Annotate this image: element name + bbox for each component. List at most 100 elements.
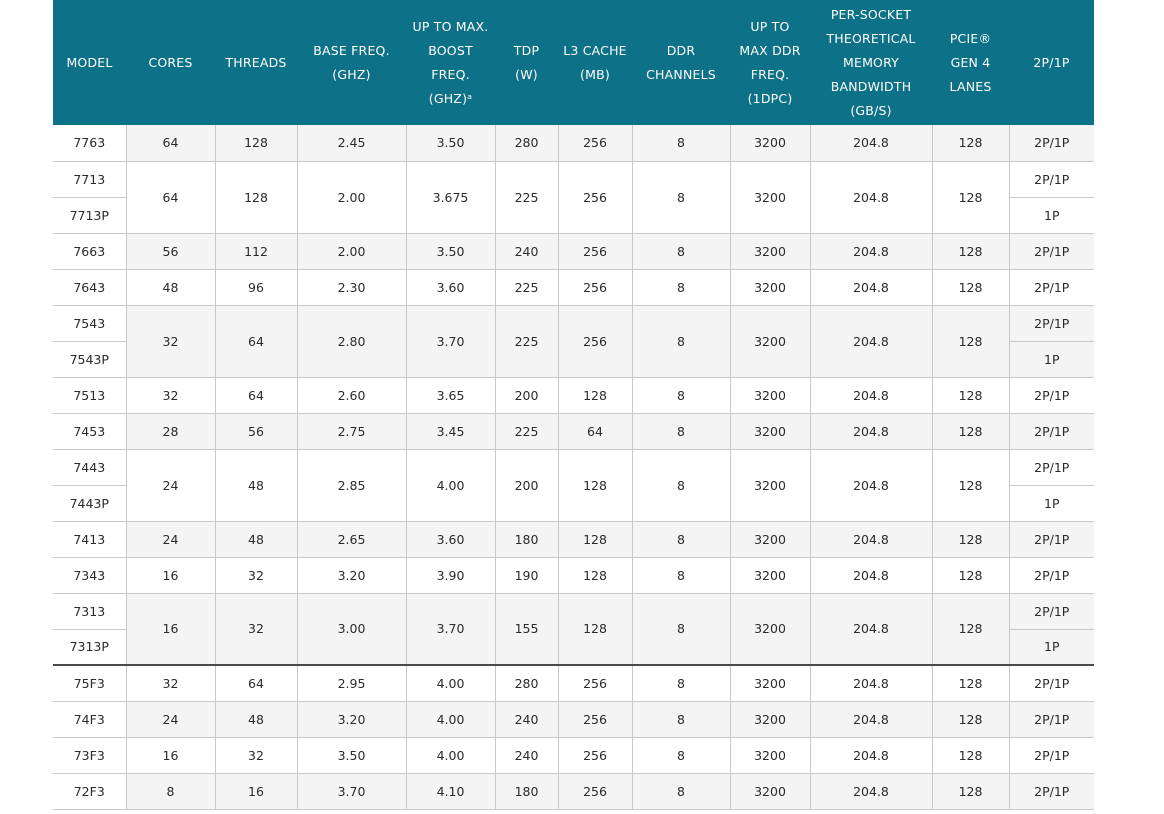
cell-boost: 3.50	[405, 233, 495, 270]
cell-ddrfreq: 3200	[729, 593, 810, 666]
cell-pcie: 128	[931, 233, 1009, 270]
cell-model: 7543	[53, 305, 126, 342]
cell-socket: 2P/1P	[1008, 521, 1094, 558]
cell-l3: 128	[557, 449, 632, 522]
cell-base: 2.00	[296, 233, 406, 270]
cell-bw: 204.8	[809, 593, 932, 666]
cell-tdp: 280	[494, 125, 558, 162]
cell-socket: 1P	[1008, 197, 1094, 234]
cell-bw: 204.8	[809, 269, 932, 306]
cell-threads: 56	[214, 413, 297, 450]
cell-base: 3.20	[296, 701, 406, 738]
cell-boost: 3.60	[405, 269, 495, 306]
cell-bw: 204.8	[809, 233, 932, 270]
cell-cores: 16	[125, 593, 215, 666]
cell-l3: 128	[557, 557, 632, 594]
cell-bw: 204.8	[809, 664, 932, 702]
column-header-line: UP TO MAX.	[412, 18, 489, 34]
cell-model: 7343	[53, 557, 126, 594]
cell-ddrfreq: 3200	[729, 737, 810, 774]
cell-socket: 1P	[1008, 485, 1094, 522]
column-header-line: DDR	[666, 42, 696, 58]
cell-ddrfreq: 3200	[729, 413, 810, 450]
cell-boost: 4.00	[405, 701, 495, 738]
cell-socket: 2P/1P	[1008, 737, 1094, 774]
cell-bw: 204.8	[809, 161, 932, 234]
cell-tdp: 240	[494, 233, 558, 270]
column-header-line: GEN 4	[950, 54, 991, 70]
cell-bw: 204.8	[809, 305, 932, 378]
spec-table-wrapper: MODEL CORES THREADS BASE FREQ. (GHZ) UP TO MA…	[53, 0, 1094, 810]
table-row: 7643 48 96 2.30 3.60 225 256 8 3200 204.8 128 2P/1P	[53, 269, 1094, 306]
cell-tdp: 155	[494, 593, 558, 666]
cell-tdp: 225	[494, 305, 558, 378]
cell-pcie: 128	[931, 737, 1009, 774]
cell-l3: 256	[557, 701, 632, 738]
column-header-line: CORES	[148, 54, 193, 70]
table-row: 7453 28 56 2.75 3.45 225 64 8 3200 204.8 128 2P/1P	[53, 413, 1094, 450]
cell-threads: 64	[214, 305, 297, 378]
cell-boost: 3.70	[405, 305, 495, 378]
cell-bw: 204.8	[809, 773, 932, 810]
cell-ddrfreq: 3200	[729, 233, 810, 270]
cell-socket: 2P/1P	[1008, 701, 1094, 738]
cell-model: 7453	[53, 413, 126, 450]
cell-tdp: 240	[494, 737, 558, 774]
cell-boost: 3.60	[405, 521, 495, 558]
cell-l3: 128	[557, 521, 632, 558]
column-header-bw: PER-SOCKET THEORETICAL MEMORY BANDWIDTH (GB/…	[810, 0, 932, 125]
cell-model: 7713	[53, 161, 126, 198]
cell-base: 2.95	[296, 664, 406, 702]
cell-ddr: 8	[631, 449, 730, 522]
cell-pcie: 128	[931, 593, 1009, 666]
cell-cores: 8	[125, 773, 215, 810]
cell-ddr: 8	[631, 593, 730, 666]
cell-threads: 64	[214, 377, 297, 414]
cell-threads: 48	[214, 521, 297, 558]
cell-l3: 256	[557, 269, 632, 306]
column-header-model: MODEL	[53, 0, 126, 125]
cell-threads: 32	[214, 737, 297, 774]
cell-boost: 4.00	[405, 737, 495, 774]
cell-pcie: 128	[931, 161, 1009, 234]
cell-model: 7543P	[53, 341, 126, 378]
cell-cores: 32	[125, 305, 215, 378]
cell-pcie: 128	[931, 557, 1009, 594]
cell-l3: 256	[557, 125, 632, 162]
cell-cores: 64	[125, 125, 215, 162]
cell-model: 7413	[53, 521, 126, 558]
cell-cores: 56	[125, 233, 215, 270]
cell-pcie: 128	[931, 521, 1009, 558]
cell-socket: 2P/1P	[1008, 664, 1094, 702]
column-header-base: BASE FREQ. (GHZ)	[297, 0, 406, 125]
cell-ddrfreq: 3200	[729, 557, 810, 594]
cell-l3: 64	[557, 413, 632, 450]
cell-l3: 256	[557, 737, 632, 774]
column-header-line: MODEL	[66, 54, 113, 70]
cell-socket: 1P	[1008, 341, 1094, 378]
column-header-line: LANES	[949, 78, 992, 94]
table-row: 7443 24 48 2.85 4.00 200 128 8 3200 204.8 128 2P/1P	[53, 449, 1094, 522]
cell-threads: 32	[214, 593, 297, 666]
cell-socket: 2P/1P	[1008, 449, 1094, 486]
cell-model: 7443	[53, 449, 126, 486]
cell-pcie: 128	[931, 413, 1009, 450]
table-row: 7663 56 112 2.00 3.50 240 256 8 3200 204.8 128 2P/1…	[53, 233, 1094, 270]
cell-ddrfreq: 3200	[729, 125, 810, 162]
cell-boost: 3.65	[405, 377, 495, 414]
cell-cores: 48	[125, 269, 215, 306]
cell-base: 2.75	[296, 413, 406, 450]
column-header-line: THEORETICAL	[826, 30, 916, 46]
cell-model: 7313P	[53, 629, 126, 666]
cell-cores: 64	[125, 161, 215, 234]
table-row: 7313 16 32 3.00 3.70 155 128 8 3200 204.8 128 2P/1P	[53, 593, 1094, 666]
cell-bw: 204.8	[809, 557, 932, 594]
cell-cores: 28	[125, 413, 215, 450]
column-header-line: PER-SOCKET	[830, 6, 912, 22]
column-header-threads: THREADS	[215, 0, 297, 125]
cell-model: 75F3	[53, 664, 126, 702]
cell-base: 2.60	[296, 377, 406, 414]
cell-ddrfreq: 3200	[729, 161, 810, 234]
cell-cores: 24	[125, 701, 215, 738]
column-header-tdp: TDP (W)	[495, 0, 558, 125]
